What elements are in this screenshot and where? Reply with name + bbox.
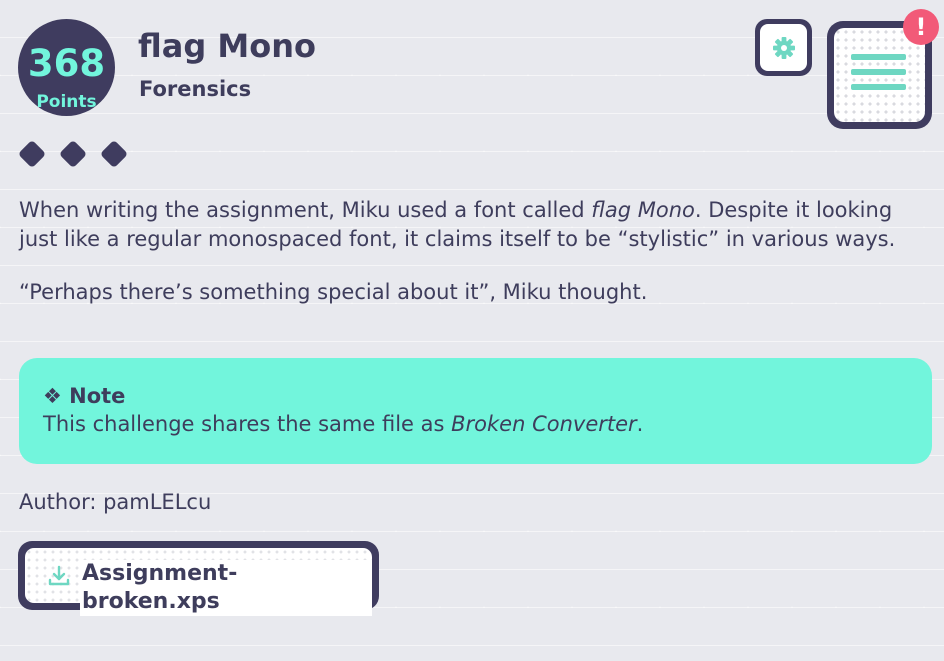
note-body-text: This challenge shares the same file as xyxy=(43,412,452,436)
download-button-face: Assignment-broken.xps xyxy=(25,548,372,616)
menu-line xyxy=(851,84,906,90)
difficulty-diamond-icon xyxy=(58,139,88,169)
menu-line xyxy=(851,54,906,60)
note-callout: ❖ Note This challenge shares the same fi… xyxy=(19,358,932,464)
alert-badge: ! xyxy=(903,9,939,45)
note-body: This challenge shares the same file as B… xyxy=(43,410,908,438)
note-body-text: . xyxy=(636,412,644,436)
difficulty-diamond-icon xyxy=(99,139,129,169)
challenge-title: flag Mono xyxy=(138,27,316,65)
description-text: When writing the assignment, Miku used a… xyxy=(19,198,592,222)
author-label: Author: pamLELcu xyxy=(19,490,212,514)
font-name-emphasis: flag Mono xyxy=(591,198,695,222)
gear-icon xyxy=(773,37,795,59)
settings-button[interactable] xyxy=(755,19,812,76)
points-label: Points xyxy=(36,92,97,112)
diamond-cluster-icon: ❖ xyxy=(43,384,62,408)
description-paragraph: When writing the assignment, Miku used a… xyxy=(19,196,919,254)
note-title-text: Note xyxy=(69,384,126,408)
note-title: ❖ Note xyxy=(43,383,908,410)
download-file-button[interactable]: Assignment-broken.xps xyxy=(18,541,379,616)
download-icon xyxy=(48,565,70,586)
difficulty-diamond-icon xyxy=(17,139,47,169)
points-value: 368 xyxy=(27,42,106,85)
download-filename: Assignment-broken.xps xyxy=(80,560,372,616)
description-quote: “Perhaps there’s something special about… xyxy=(19,280,648,304)
challenge-category: Forensics xyxy=(139,77,252,101)
menu-line xyxy=(851,69,906,75)
related-challenge-name: Broken Converter xyxy=(451,412,637,436)
challenge-description: When writing the assignment, Miku used a… xyxy=(19,196,919,307)
points-badge: 368 Points xyxy=(18,19,115,116)
settings-button-face xyxy=(760,24,807,71)
